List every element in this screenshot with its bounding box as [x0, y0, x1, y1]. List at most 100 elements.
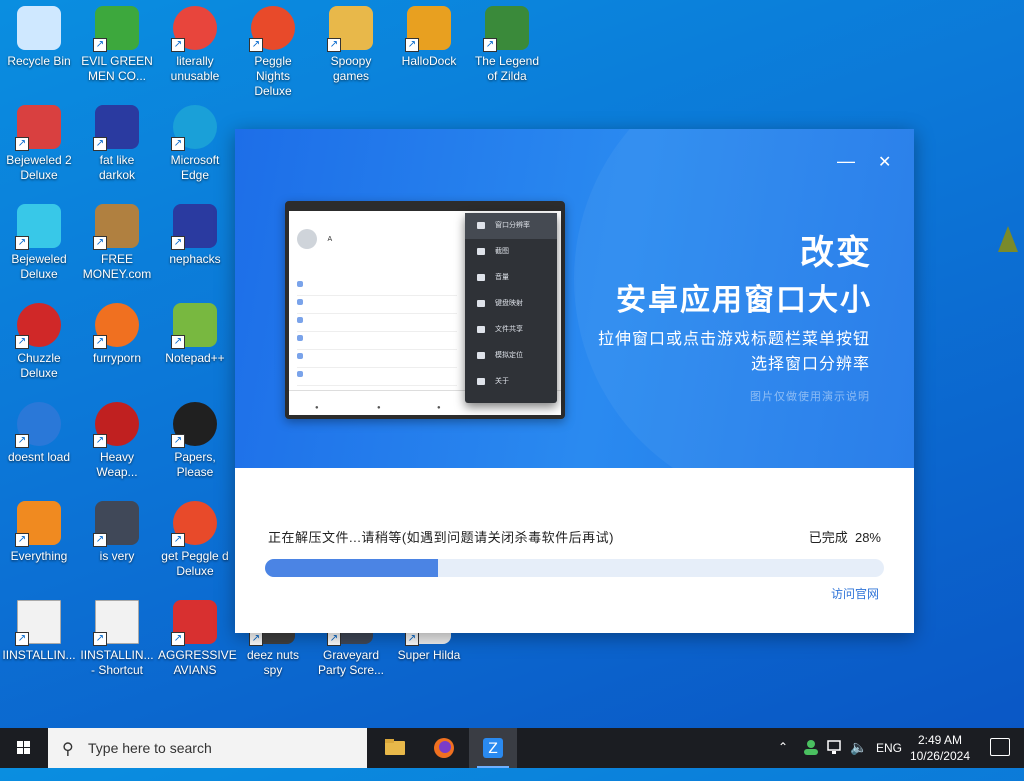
chuzzle-icon: ↗ [15, 303, 61, 349]
shortcut-arrow-icon: ↗ [249, 632, 263, 646]
hero-title-line-1: 改变 [800, 234, 872, 272]
shortcut-arrow-icon: ↗ [15, 434, 29, 448]
desktop-icon[interactable]: ↗ Bejeweled 2 Deluxe [0, 99, 78, 195]
notepadpp-icon: ↗ [171, 303, 217, 349]
shortcut-arrow-icon: ↗ [249, 38, 263, 52]
mockup-list-item [297, 353, 457, 368]
desktop-icon[interactable]: ↗ furryporn [78, 297, 156, 393]
firefox-icon: ↗ [93, 303, 139, 349]
taskbar-file-explorer[interactable] [371, 728, 419, 768]
desktop-icon[interactable]: ↗ Heavy Weap... [78, 396, 156, 492]
desktop-icon-label: nephacks [169, 252, 221, 266]
desktop-icon[interactable]: ↗ is very [78, 495, 156, 591]
desktop-icon-label: FREE MONEY.com [82, 252, 152, 281]
mockup-menu-item: 文件共享 [465, 317, 557, 343]
angry-bird-icon: ↗ [171, 600, 217, 646]
mockup-list-item [297, 317, 457, 332]
desktop-icon-label: Bejeweled 2 Deluxe [6, 153, 72, 182]
shortcut-arrow-icon: ↗ [15, 335, 29, 349]
desktop-icon-label: Chuzzle Deluxe [17, 351, 61, 380]
desktop-icon-label: HalloDock [401, 54, 457, 68]
progress-readout: 已完成 28% [809, 527, 881, 546]
desktop-icon[interactable]: ↗ Notepad++ [156, 297, 234, 393]
visit-website-link[interactable]: 访问官网 [831, 585, 879, 602]
desktop-icon[interactable]: ↗ Spoopy games [312, 0, 390, 96]
desktop-icon[interactable]: ↗ literally unusable [156, 0, 234, 96]
desktop-icon-label: Graveyard Party Scre... [317, 648, 385, 677]
shortcut-arrow-icon: ↗ [405, 38, 419, 52]
installer-window: — ✕ A ● ● ● 窗口分辨率 截图 音量 键盘映射 文件共享 模拟定位 关… [235, 129, 914, 633]
bejeweled2-icon: ↗ [15, 105, 61, 151]
taskbar-firefox[interactable] [420, 728, 468, 768]
peggle-icon: ↗ [249, 6, 295, 52]
mockup-menu-item: 窗口分辨率 [465, 213, 557, 239]
shortcut-arrow-icon: ↗ [171, 236, 185, 250]
green-men-icon: ↗ [93, 6, 139, 52]
avatar [297, 229, 317, 249]
installer-hero-banner: — ✕ A ● ● ● 窗口分辨率 截图 音量 键盘映射 文件共享 模拟定位 关… [235, 129, 914, 468]
desktop-icon[interactable]: ↗ EVIL GREEN MEN CO... [78, 0, 156, 96]
desktop-icon-label: Heavy Weap... [96, 450, 138, 479]
shortcut-arrow-icon: ↗ [93, 434, 107, 448]
desktop-icon[interactable]: ↗ Everything [0, 495, 78, 591]
desktop-icon-label: AGGRESSIVE AVIANS [158, 648, 237, 677]
close-button[interactable]: ✕ [878, 152, 891, 172]
shortcut-arrow-icon: ↗ [15, 137, 29, 151]
action-center-icon[interactable] [990, 738, 1010, 756]
shortcut-arrow-icon: ↗ [15, 236, 29, 250]
mockup-list-item [297, 335, 457, 350]
mpi-icon: ↗ [93, 105, 139, 151]
installer-app-icon: Z [483, 738, 503, 758]
shortcut-arrow-icon: ↗ [483, 38, 497, 52]
desktop-icon[interactable]: ↗ nephacks [156, 198, 234, 294]
hero-description-line-1: 拉伸窗口或点击游戏标题栏菜单按钮 [597, 331, 870, 348]
shortcut-arrow-icon: ↗ [93, 533, 107, 547]
mockup-profile: A [297, 229, 332, 249]
minimize-button[interactable]: — [837, 151, 855, 172]
desktop-icon[interactable]: ↗ Bejeweled Deluxe [0, 198, 78, 294]
desktop-icon-label: deez nuts spy [246, 648, 300, 677]
folder-icon [385, 739, 405, 755]
desktop-icon[interactable]: ↗ Peggle Nights Deluxe [234, 0, 312, 98]
firefox-icon [434, 738, 454, 758]
language-indicator[interactable]: ENG [876, 741, 902, 781]
desktop-icon[interactable]: ↗ Chuzzle Deluxe [0, 297, 78, 393]
desktop-icon[interactable]: ↗ Microsoft Edge [156, 99, 234, 195]
desktop-icon-label: IINSTALLIN... [2, 648, 76, 662]
desktop-icon[interactable]: ↗ IINSTALLIN... - Shortcut [78, 594, 156, 690]
desktop-icon-label: get Peggle d Deluxe [161, 549, 229, 578]
search-magnifier-icon: ↗ [15, 501, 61, 547]
zelda-icon: ↗ [483, 6, 529, 52]
desktop-icon[interactable]: ↗ AGGRESSIVE AVIANS [156, 594, 237, 690]
taskbar-installer-app[interactable]: Z [469, 728, 517, 768]
shortcut-arrow-icon: ↗ [93, 38, 107, 52]
hero-description-line-2: 选择窗口分辨率 [750, 356, 870, 373]
desktop-icon[interactable]: ↗ fat like darkok [78, 99, 156, 195]
mockup-nav-icon: ● [377, 405, 381, 411]
desktop-icon[interactable]: ↗ The Legend of Zilda [468, 0, 546, 96]
svg-text:Z: Z [488, 741, 498, 757]
mockup-titlebar [289, 205, 561, 211]
shortcut-arrow-icon: ↗ [327, 632, 341, 646]
papers-please-icon: ↗ [171, 402, 217, 448]
desktop-icon[interactable]: ↗ Papers, Please [156, 396, 234, 492]
start-button[interactable] [0, 728, 48, 768]
taskbar-clock[interactable]: 2:49 AM 10/26/2024 [910, 732, 970, 764]
desktop-icon[interactable]: ↗ IINSTALLIN... [0, 594, 78, 690]
desktop-icon[interactable]: ↗ FREE MONEY.com [78, 198, 156, 294]
taskbar-search-box[interactable]: ⚲ Type here to search [48, 728, 367, 768]
desktop-icon-label: doesnt load [7, 450, 71, 464]
desktop-icon[interactable]: ↗ HalloDock [390, 0, 468, 96]
desktop-icon-label: Peggle Nights Deluxe [254, 54, 292, 98]
desktop-icon[interactable]: ↗ doesnt load [0, 396, 78, 492]
desktop-pet-icon[interactable] [998, 226, 1018, 252]
mockup-profile-name: A [327, 235, 333, 243]
desktop-icon[interactable]: ↗ get Peggle d Deluxe [156, 495, 234, 591]
show-hidden-icons-chevron-icon[interactable]: ⌃ [778, 740, 788, 780]
desktop-icon-label: Spoopy games [330, 54, 372, 83]
money-bag-icon: ↗ [93, 204, 139, 250]
volume-icon[interactable]: 🔈 [850, 739, 867, 779]
people-icon[interactable] [802, 738, 820, 778]
network-icon[interactable] [826, 739, 844, 779]
desktop-icon[interactable]: Recycle Bin [0, 0, 78, 96]
